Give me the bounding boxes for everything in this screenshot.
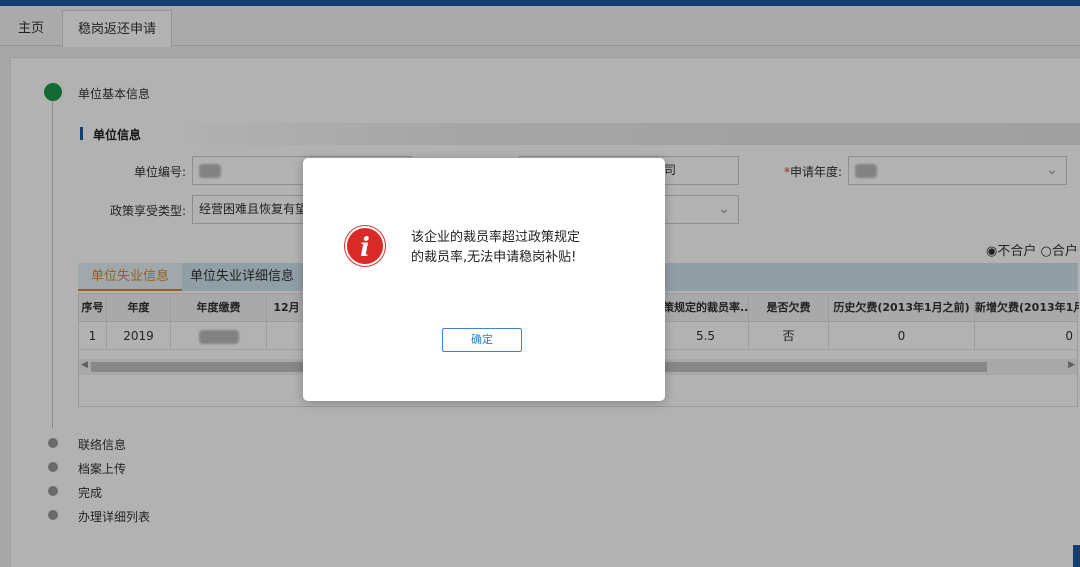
alert-message: 该企业的裁员率超过政策规定 的裁员率,无法申请稳岗补贴! bbox=[411, 228, 631, 268]
alert-message-line2: 的裁员率,无法申请稳岗补贴! bbox=[411, 250, 577, 265]
ok-button[interactable]: 确定 bbox=[442, 328, 522, 352]
alert-message-line1: 该企业的裁员率超过政策规定 bbox=[411, 230, 581, 245]
alert-dialog: i 该企业的裁员率超过政策规定 的裁员率,无法申请稳岗补贴! 确定 bbox=[303, 158, 665, 401]
info-icon: i bbox=[345, 226, 385, 266]
